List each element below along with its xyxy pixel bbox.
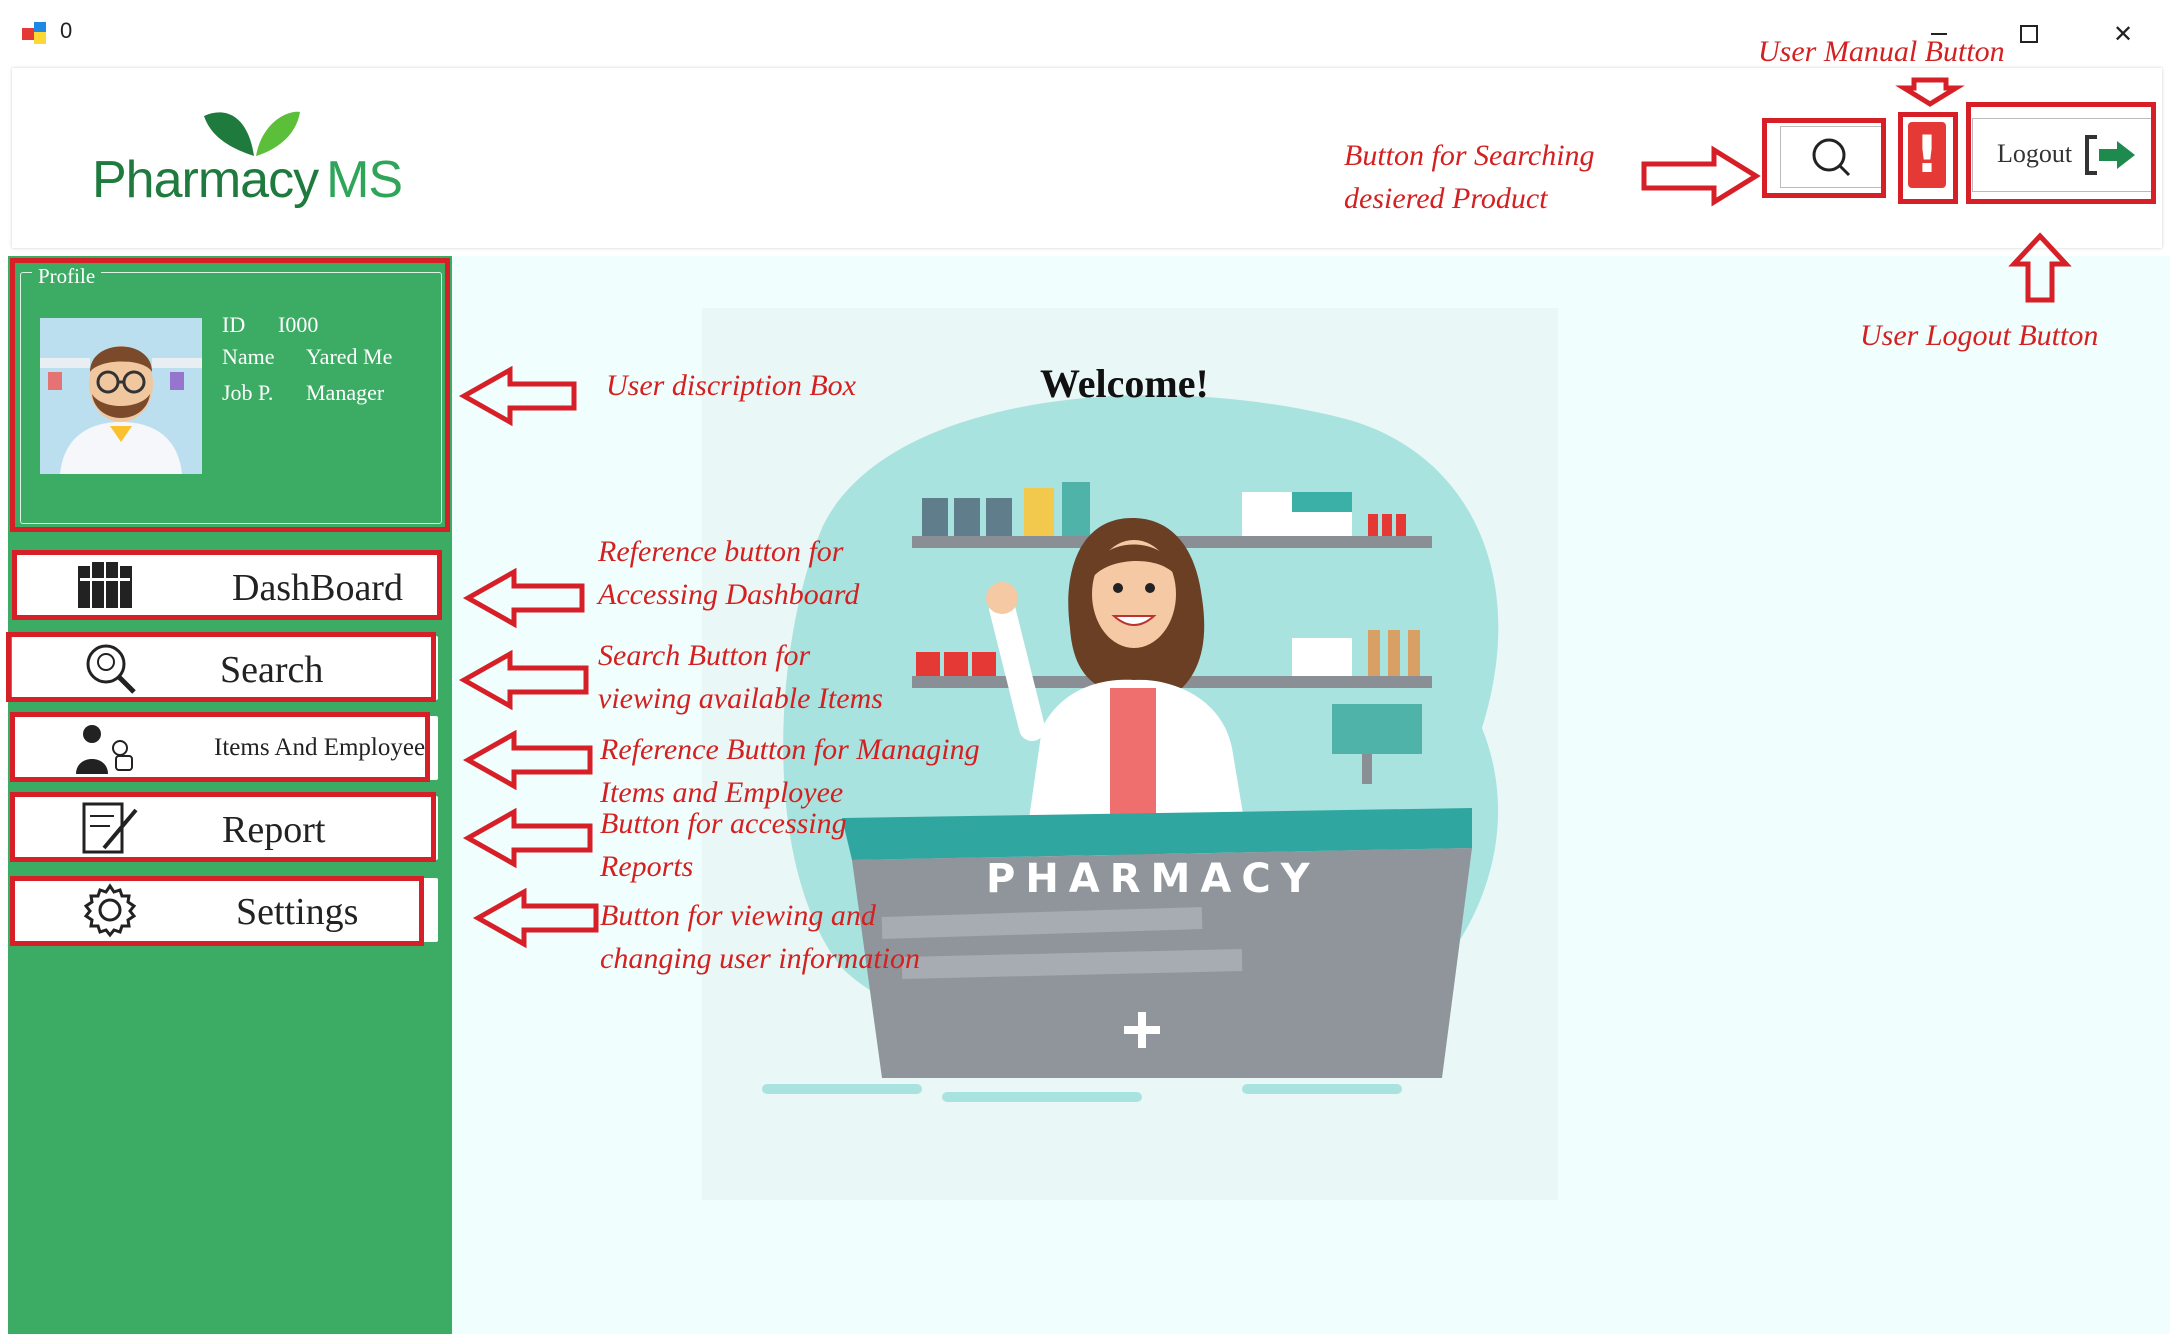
pharmacy-sign: PHARMACY <box>986 856 1320 902</box>
search-nav-highlight-box <box>6 632 436 702</box>
annotation-search-2: desiered Product <box>1344 182 1548 215</box>
annotation-search-nav-1: Search Button for <box>598 639 811 672</box>
welcome-heading: Welcome! <box>1040 361 1209 406</box>
annotation-dashboard-1: Reference button for <box>598 535 844 568</box>
annotation-report-1: Button for accessing <box>600 807 847 840</box>
search-nav-arrow-icon <box>458 649 589 711</box>
settings-arrow-icon <box>472 887 599 949</box>
logout-highlight-box <box>1966 102 2156 204</box>
annotation-settings-2: changing user information <box>600 942 920 975</box>
report-highlight-box <box>10 792 436 862</box>
search-highlight-box <box>1762 118 1886 198</box>
annotation-report-2: Reports <box>600 850 694 883</box>
items-arrow-icon <box>462 729 593 791</box>
logo-suffix: MS <box>326 151 403 209</box>
annotation-search-1: Button for Searching <box>1344 139 1595 172</box>
report-arrow-icon <box>462 807 593 869</box>
manual-arrow-icon <box>1895 77 1965 107</box>
annotation-items-1: Reference Button for Managing <box>600 733 980 766</box>
annotation-logout: User Logout Button <box>1860 319 2099 352</box>
maximize-icon[interactable] <box>2004 14 2054 54</box>
app-logo: Pharmacy MS <box>92 150 403 210</box>
annotation-settings-1: Button for viewing and <box>600 899 876 932</box>
dashboard-arrow-icon <box>462 567 585 629</box>
close-icon[interactable]: ✕ <box>2098 14 2148 54</box>
app-icon <box>22 22 46 44</box>
logout-arrow-icon <box>2008 232 2072 303</box>
profile-highlight-box <box>10 258 450 532</box>
search-arrow-icon <box>1641 145 1761 207</box>
profile-arrow-icon <box>458 365 577 427</box>
items-highlight-box <box>10 712 430 782</box>
annotation-search-nav-2: viewing available Items <box>598 682 883 715</box>
dashboard-highlight-box <box>12 550 442 620</box>
manual-highlight-box <box>1898 112 1958 204</box>
window-title: 0 <box>60 18 73 43</box>
logo-main: Pharmacy <box>92 151 319 209</box>
annotation-user-manual: User Manual Button <box>1758 35 2005 68</box>
settings-highlight-box <box>10 876 424 946</box>
annotation-dashboard-2: Accessing Dashboard <box>598 578 860 611</box>
annotation-profile: User discription Box <box>606 369 856 402</box>
